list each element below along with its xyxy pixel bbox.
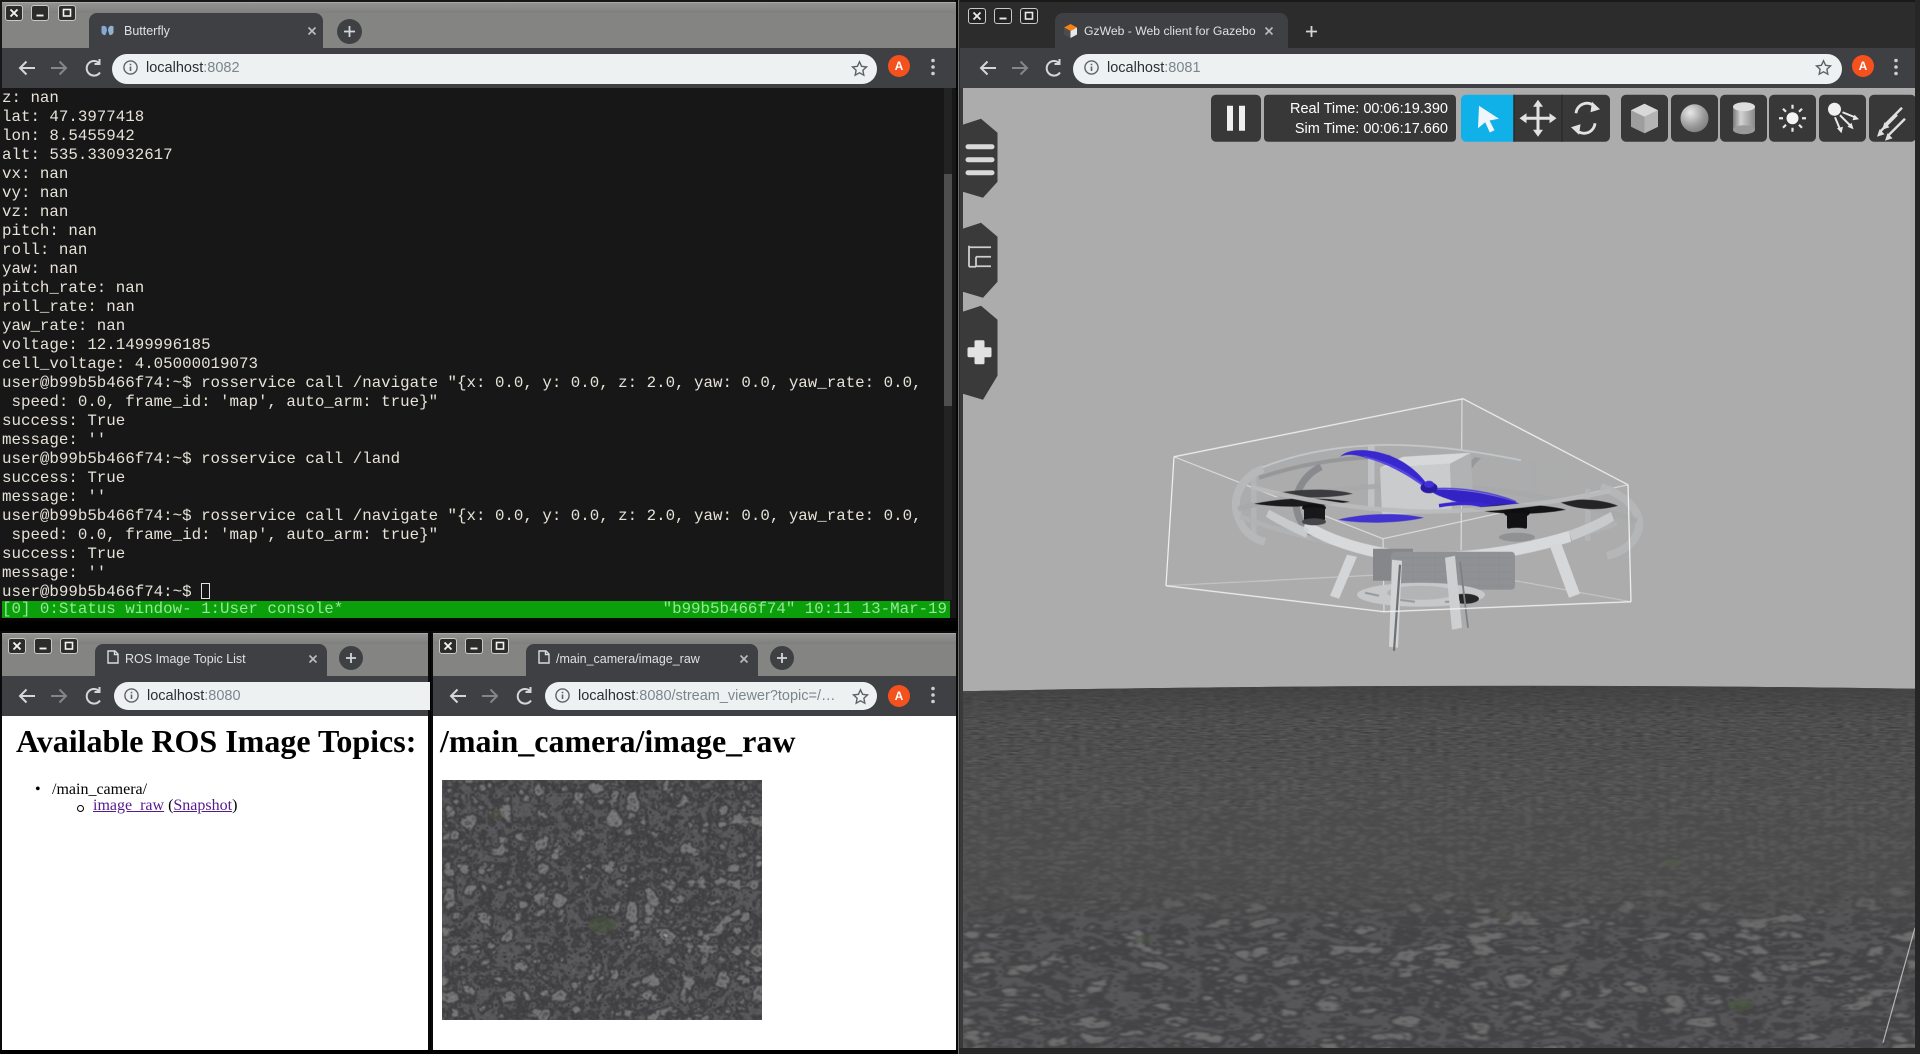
svg-text:Sim Time: 00:06:17.660: Sim Time: 00:06:17.660 (1295, 120, 1448, 136)
svg-text:Real Time: 00:06:19.390: Real Time: 00:06:19.390 (1290, 100, 1448, 116)
